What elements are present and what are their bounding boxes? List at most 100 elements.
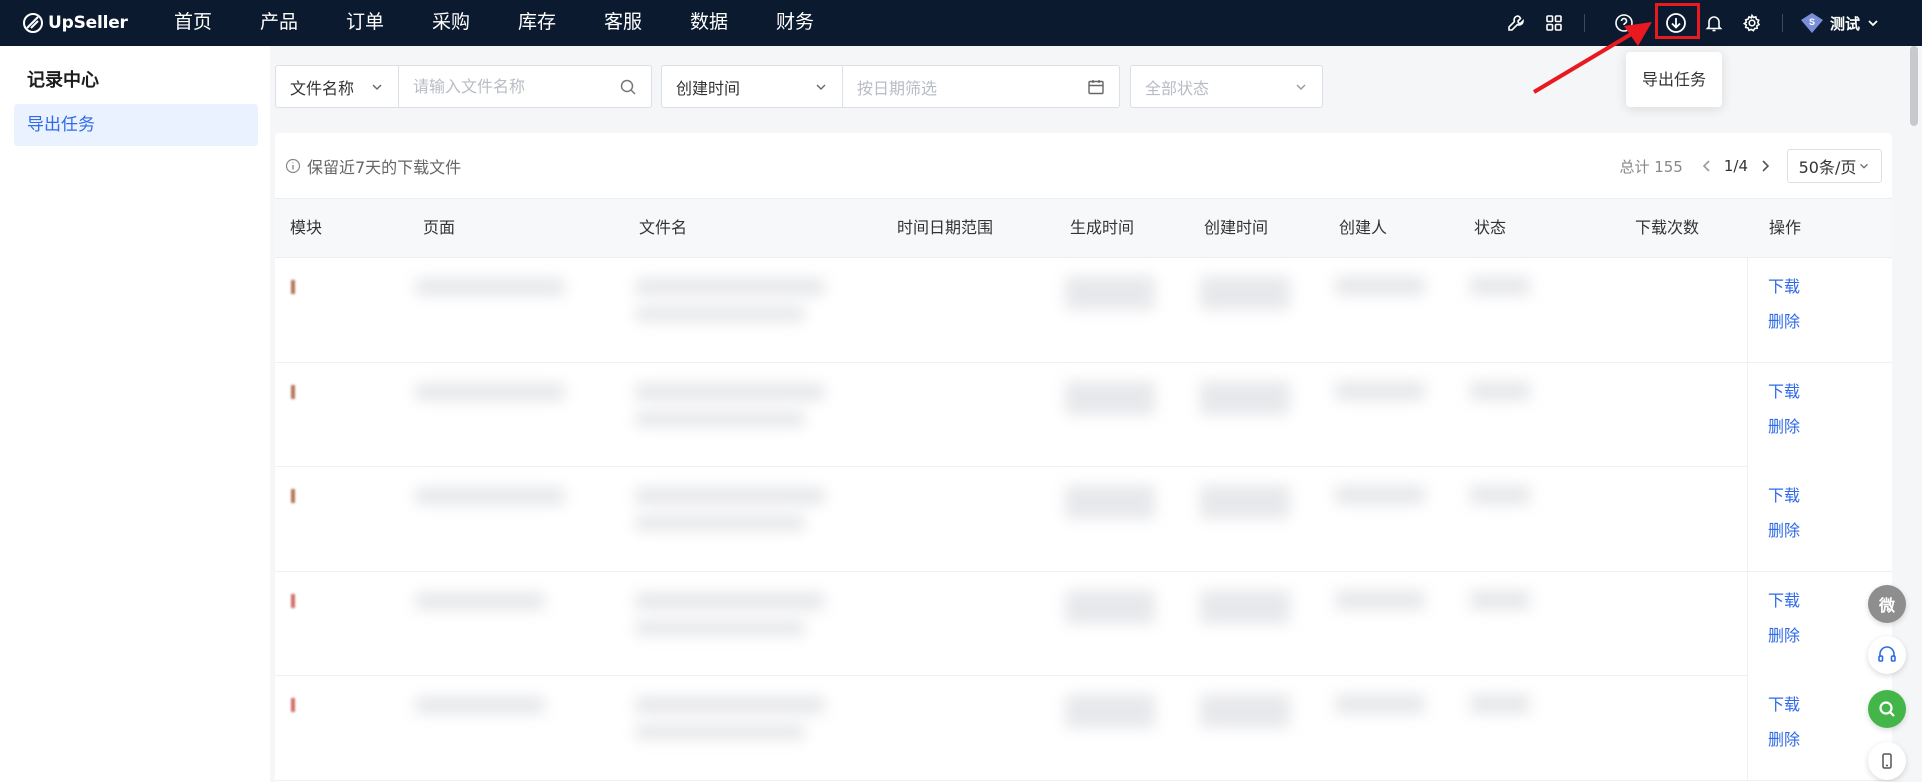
redacted-cell	[1335, 589, 1425, 610]
nav-item-inventory[interactable]: 库存	[494, 0, 580, 46]
total-count: 总计 155	[1619, 157, 1683, 176]
delete-link[interactable]: 删除	[1768, 308, 1800, 332]
table-row: 下载 删除	[275, 258, 1892, 363]
logo-icon	[23, 13, 43, 33]
col-actions: 操作	[1769, 218, 1802, 237]
redacted-cell	[1200, 485, 1290, 519]
redacted-cell	[1470, 380, 1530, 401]
download-link[interactable]: 下载	[1768, 691, 1800, 715]
delete-link[interactable]: 删除	[1768, 517, 1800, 541]
download-link[interactable]: 下载	[1768, 587, 1800, 611]
wechat-icon: 微	[1878, 596, 1895, 615]
download-link[interactable]: 下载	[1768, 378, 1800, 402]
col-created-time: 创建时间	[1204, 218, 1269, 237]
pagination: 总计 155 1/4 50条/页	[1619, 149, 1882, 183]
redacted-cell	[1200, 694, 1290, 728]
col-date-range: 时间日期范围	[897, 218, 994, 237]
redacted-cell	[1335, 380, 1425, 401]
redacted-cell	[1470, 694, 1530, 714]
export-task-panel: 保留近7天的下载文件 总计 155 1/4 50条/页 模块 页面 文件名 时间…	[275, 133, 1892, 782]
date-range-picker[interactable]: 按日期筛选	[843, 75, 1087, 99]
divider	[1782, 14, 1783, 32]
retention-note-text: 保留近7天的下载文件	[307, 158, 462, 177]
row-actions: 下载 删除	[1747, 258, 1892, 362]
download-link[interactable]: 下载	[1768, 273, 1800, 297]
redacted-cell	[635, 724, 805, 740]
date-filter: 创建时间 按日期筛选	[661, 65, 1120, 108]
redacted-mark	[291, 384, 295, 399]
page-size-select[interactable]: 50条/页	[1787, 149, 1882, 183]
redacted-cell	[1065, 380, 1155, 415]
settings-gear-icon[interactable]	[1740, 11, 1764, 35]
prev-page-icon[interactable]	[1699, 158, 1715, 174]
nav-item-orders[interactable]: 订单	[322, 0, 408, 46]
redacted-mark	[291, 698, 295, 712]
nav-item-purchase[interactable]: 采购	[408, 0, 494, 46]
mobile-app-button[interactable]	[1868, 742, 1906, 780]
redacted-mark	[291, 280, 295, 294]
search-icon[interactable]	[619, 78, 637, 96]
col-generated-time: 生成时间	[1070, 218, 1135, 237]
table-row: 下载 删除	[275, 362, 1892, 467]
col-status: 状态	[1474, 218, 1507, 237]
time-type-select[interactable]: 创建时间	[662, 65, 842, 108]
col-page: 页面	[423, 218, 456, 237]
redacted-cell	[635, 696, 825, 714]
customer-service-button[interactable]	[1868, 636, 1906, 674]
nav-item-products[interactable]: 产品	[236, 0, 322, 46]
nav-item-home[interactable]: 首页	[150, 0, 236, 46]
delete-link[interactable]: 删除	[1768, 413, 1800, 437]
row-actions: 下载 删除	[1747, 362, 1892, 467]
calendar-icon[interactable]	[1087, 78, 1105, 96]
redacted-cell	[1200, 589, 1290, 624]
nav-item-finance[interactable]: 财务	[752, 0, 838, 46]
headset-icon	[1878, 646, 1896, 662]
redacted-cell	[635, 278, 825, 296]
table-body: 下载 删除 下载 删除 下载 删除 下载 删除 下载 删除	[275, 258, 1892, 781]
field-select-label: 文件名称	[290, 78, 355, 98]
redacted-cell	[1065, 694, 1155, 728]
table-row: 下载 删除	[275, 676, 1892, 781]
file-name-filter: 文件名称	[275, 65, 652, 108]
table-row: 下载 删除	[275, 571, 1892, 676]
user-menu[interactable]: S 测试	[1800, 10, 1880, 36]
search-button[interactable]	[1868, 690, 1906, 728]
table-header: 模块 页面 文件名 时间日期范围 生成时间 创建时间 创建人 状态 下载次数 操…	[275, 198, 1892, 258]
next-page-icon[interactable]	[1757, 158, 1773, 174]
status-select[interactable]: 全部状态	[1130, 65, 1323, 108]
sidebar-item-export-tasks[interactable]: 导出任务	[14, 104, 258, 146]
chevron-down-icon	[1296, 84, 1306, 90]
redacted-cell	[1200, 276, 1290, 310]
redacted-cell	[415, 278, 565, 296]
row-actions: 下载 删除	[1747, 467, 1892, 571]
redacted-cell	[1200, 380, 1290, 415]
col-creator: 创建人	[1339, 218, 1388, 237]
page-scrollbar[interactable]	[1910, 46, 1918, 126]
vip-diamond-icon: S	[1801, 13, 1823, 33]
nav-item-data[interactable]: 数据	[666, 0, 752, 46]
bell-icon[interactable]	[1702, 11, 1726, 35]
download-link[interactable]: 下载	[1768, 482, 1800, 506]
redacted-cell	[415, 591, 545, 610]
field-select[interactable]: 文件名称	[276, 65, 398, 108]
delete-link[interactable]: 删除	[1768, 622, 1800, 646]
redacted-cell	[635, 619, 805, 636]
delete-link[interactable]: 删除	[1768, 726, 1800, 750]
redacted-cell	[1335, 694, 1425, 714]
redacted-cell	[415, 696, 545, 714]
table-row: 下载 删除	[275, 467, 1892, 572]
redacted-cell	[1065, 485, 1155, 519]
nav-item-customer-service[interactable]: 客服	[580, 0, 666, 46]
user-name: 测试	[1830, 14, 1861, 33]
main-nav: 首页 产品 订单 采购 库存 客服 数据 财务	[150, 0, 838, 46]
redacted-cell	[1470, 485, 1530, 505]
upseller-logo[interactable]: UpSeller	[22, 10, 128, 36]
redacted-cell	[1470, 276, 1530, 296]
chevron-down-icon	[1868, 20, 1878, 27]
wechat-button[interactable]: 微	[1868, 585, 1906, 623]
logo-text: UpSeller	[48, 13, 128, 33]
svg-text:S: S	[1809, 17, 1815, 27]
time-type-label: 创建时间	[676, 78, 741, 98]
redacted-cell	[1470, 589, 1530, 610]
file-name-search-input[interactable]	[399, 77, 619, 96]
